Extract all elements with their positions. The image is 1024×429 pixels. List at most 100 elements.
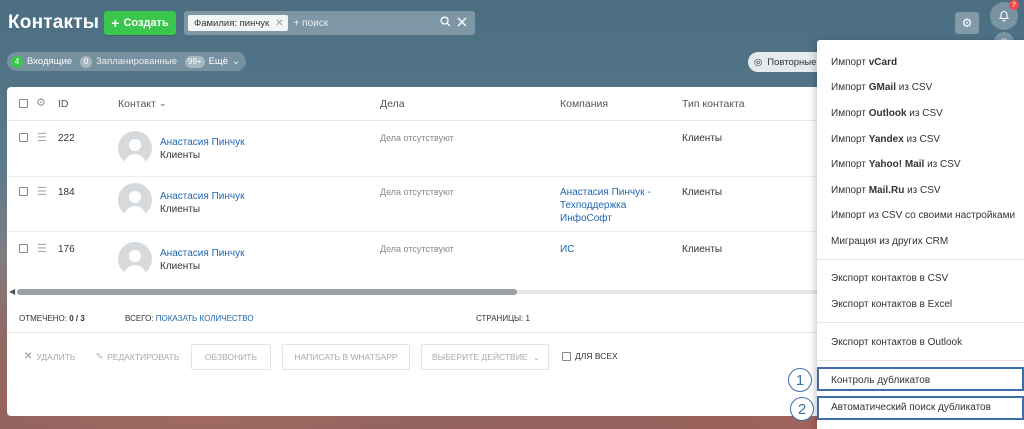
column-company[interactable]: Компания: [560, 98, 608, 110]
company-link-line[interactable]: Анастасия Пинчук -: [560, 187, 651, 198]
close-icon[interactable]: ✕: [275, 18, 283, 29]
company-link-line[interactable]: ИнфоСофт: [560, 213, 612, 224]
menu-item-import-outlook[interactable]: Импорт Outlook из CSV: [831, 108, 943, 119]
subtab-planned[interactable]: 0 Запланированные: [80, 55, 177, 68]
contact-type: Клиенты: [682, 187, 723, 198]
menu-item-import-gmail[interactable]: Импорт GMail из CSV: [831, 82, 932, 93]
table-row[interactable]: ☰ 184 Анастасия Пинчук Клиенты Дела отсу…: [7, 177, 842, 232]
column-type[interactable]: Тип контакта: [682, 98, 745, 110]
company-link-line[interactable]: Техподдержка: [560, 200, 626, 211]
menu-divider: [817, 360, 1024, 361]
menu-item-import-vcard[interactable]: Импорт vCard: [831, 57, 897, 68]
menu-divider: [817, 259, 1024, 260]
contact-name-link[interactable]: Анастасия Пинчук: [160, 248, 244, 259]
search-bar[interactable]: Фамилия: пинчук ✕ + поиск: [184, 11, 475, 35]
contact-name-link[interactable]: Анастасия Пинчук: [160, 137, 244, 148]
for-all-checkbox[interactable]: [562, 351, 571, 361]
bell-icon: [998, 10, 1010, 22]
delete-button[interactable]: ✕ Удалить: [24, 351, 75, 362]
menu-item-text: из CSV: [903, 134, 941, 145]
planned-count: 0: [80, 55, 93, 68]
settings-dropdown-menu: Импорт vCard Импорт GMail из CSV Импорт …: [817, 40, 1024, 429]
search-icon[interactable]: [440, 16, 451, 30]
subtab-more[interactable]: 99+ Ещё ⌄: [185, 55, 240, 68]
column-contact[interactable]: Контакт ⌄: [118, 98, 166, 110]
company-link[interactable]: ИС: [560, 244, 574, 255]
contact-type: Клиенты: [682, 244, 723, 255]
menu-item-import-mailru[interactable]: Импорт Mail.Ru из CSV: [831, 185, 941, 196]
gear-icon[interactable]: ⚙: [36, 96, 46, 109]
create-button[interactable]: + Создать: [104, 11, 176, 35]
pages-counter: СТРАНИЦЫ: 1: [476, 314, 530, 323]
edit-button[interactable]: ✎ Редактировать: [96, 351, 179, 362]
total-counter: ВСЕГО: ПОКАЗАТЬ КОЛИЧЕСТВО: [125, 314, 254, 323]
menu-icon[interactable]: ☰: [37, 185, 47, 198]
choose-action-select[interactable]: Выберите действие ⌄: [421, 344, 549, 370]
marked-counter: ОТМЕЧЕНО: 0 / 3: [19, 314, 85, 323]
menu-item-text: Импорт: [831, 108, 869, 119]
column-deals[interactable]: Дела: [380, 98, 405, 110]
menu-item-duplicate-control[interactable]: Контроль дубликатов: [831, 375, 930, 386]
contacts-panel: ⚙ ID Контакт ⌄ Дела Компания Тип контакт…: [7, 87, 842, 416]
edit-label: Редактировать: [107, 351, 180, 362]
counters-bar: 4 Входящие 0 Запланированные 99+ Ещё ⌄: [7, 52, 246, 71]
plus-icon: +: [111, 15, 120, 31]
row-id: 184: [58, 187, 75, 198]
duplicates-icon: ◎: [754, 56, 763, 68]
deals-status: Дела отсутствуют: [380, 187, 454, 197]
row-id: 176: [58, 244, 75, 255]
clear-icon[interactable]: [457, 16, 467, 30]
row-checkbox[interactable]: [19, 133, 28, 142]
menu-item-export-csv[interactable]: Экспорт контактов в CSV: [831, 273, 948, 284]
choose-action-label: Выберите действие: [432, 352, 528, 362]
filter-chip[interactable]: Фамилия: пинчук ✕: [188, 15, 288, 31]
horizontal-scrollbar[interactable]: ◀: [7, 287, 842, 297]
menu-icon[interactable]: ☰: [37, 242, 47, 255]
menu-icon[interactable]: ☰: [37, 131, 47, 144]
contact-name-link[interactable]: Анастасия Пинчук: [160, 191, 244, 202]
table-row[interactable]: ☰ 222 Анастасия Пинчук Клиенты Дела отсу…: [7, 121, 842, 177]
menu-item-auto-duplicate-search[interactable]: Автоматический поиск дубликатов: [831, 402, 991, 413]
select-all-checkbox[interactable]: [19, 99, 28, 108]
close-icon: ✕: [24, 351, 33, 362]
inbox-count: 4: [11, 55, 23, 68]
table-row[interactable]: ☰ 176 Анастасия Пинчук Клиенты Дела отсу…: [7, 232, 842, 284]
column-id[interactable]: ID: [58, 98, 69, 110]
call-button[interactable]: Обзвонить: [191, 344, 271, 370]
chevron-down-icon: ⌄: [232, 56, 240, 67]
scroll-left-icon[interactable]: ◀: [9, 287, 15, 296]
search-input[interactable]: + поиск: [294, 18, 440, 29]
menu-item-export-outlook[interactable]: Экспорт контактов в Outlook: [831, 337, 962, 348]
menu-item-text: из CSV: [924, 159, 961, 170]
contact-group: Клиенты: [160, 150, 201, 161]
row-checkbox[interactable]: [19, 244, 28, 253]
for-all-toggle[interactable]: Для всех: [562, 351, 618, 361]
menu-item-import-csv-custom[interactable]: Импорт из CSV со своими настройками: [831, 210, 1015, 221]
whatsapp-button[interactable]: Написать в WhatsApp: [282, 344, 410, 370]
avatar: [118, 242, 152, 276]
duplicates-button[interactable]: ◎ Повторные: [748, 52, 828, 72]
row-checkbox[interactable]: [19, 187, 28, 196]
menu-item-import-yandex[interactable]: Импорт Yandex из CSV: [831, 134, 940, 145]
contact-group: Клиенты: [160, 204, 201, 215]
subtab-label: Запланированные: [96, 56, 177, 67]
menu-item-import-yahoo[interactable]: Импорт Yahoo! Mail из CSV: [831, 159, 961, 170]
menu-item-text: из CSV: [895, 82, 933, 93]
more-count: 99+: [185, 55, 205, 68]
menu-item-bold: vCard: [868, 57, 898, 68]
pages-value: 1: [525, 314, 530, 323]
gear-icon: ⚙: [961, 16, 973, 30]
menu-item-export-excel[interactable]: Экспорт контактов в Excel: [831, 299, 952, 310]
avatar: [118, 131, 152, 165]
scroll-thumb[interactable]: [17, 289, 517, 295]
menu-item-bold: Yandex: [868, 134, 904, 145]
menu-item-bold: Yahoo! Mail: [868, 159, 925, 170]
subtab-inbox[interactable]: 4 Входящие: [11, 55, 72, 68]
create-button-label: Создать: [123, 17, 169, 29]
menu-item-text: из CSV: [906, 108, 943, 119]
deals-status: Дела отсутствуют: [380, 133, 454, 143]
menu-item-migration[interactable]: Миграция из других CRM: [831, 236, 948, 247]
marked-value: 0 / 3: [69, 314, 85, 323]
settings-gear-button[interactable]: ⚙: [955, 12, 979, 34]
show-count-link[interactable]: ПОКАЗАТЬ КОЛИЧЕСТВО: [156, 314, 254, 323]
